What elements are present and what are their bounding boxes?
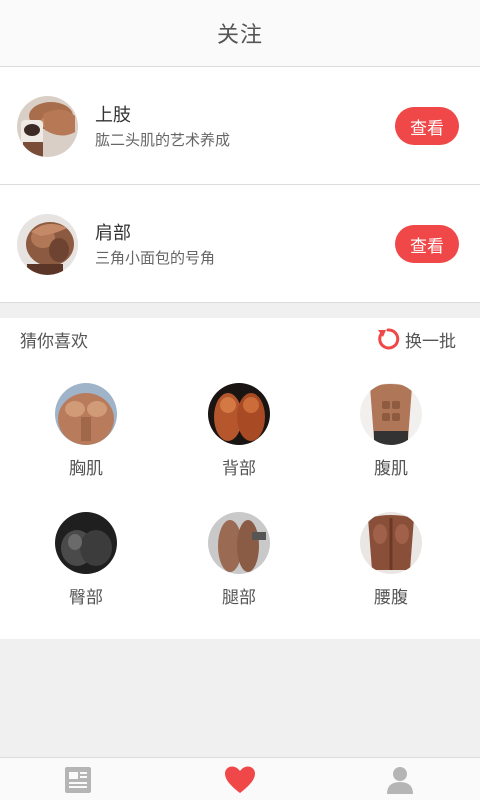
page-title: 关注 [216, 23, 263, 48]
category-label: 腰腹 [374, 588, 408, 608]
refresh-icon [378, 328, 400, 350]
waist-image [360, 512, 422, 574]
legs-image [208, 512, 270, 574]
view-button[interactable]: 查看 [395, 225, 459, 263]
category-back[interactable]: 背部 [189, 383, 289, 483]
follow-item-shoulders[interactable]: 肩部 三角小面包的号角 查看 [0, 185, 480, 303]
follow-subtitle: 三角小面包的号角 [95, 249, 216, 267]
follow-subtitle: 肱二头肌的艺术养成 [95, 131, 231, 149]
heart-icon [225, 766, 255, 793]
section-title: 猜你喜欢 [20, 332, 88, 352]
chest-image [55, 383, 117, 445]
back-image [208, 383, 270, 445]
guess-you-like-section: 猜你喜欢 换一批 胸肌 背部 腹肌 臀部 腿部 腰腹 [0, 318, 480, 639]
category-legs[interactable]: 腿部 [189, 512, 289, 612]
guess-header: 猜你喜欢 换一批 [0, 318, 480, 358]
nav-profile-tab[interactable] [380, 764, 420, 796]
abs-image [360, 383, 422, 445]
upper-limb-avatar [17, 96, 78, 157]
news-icon [65, 767, 91, 793]
follow-title: 肩部 [95, 223, 131, 244]
category-chest[interactable]: 胸肌 [36, 383, 136, 483]
category-label: 背部 [222, 459, 256, 479]
follow-title: 上肢 [95, 105, 131, 126]
category-label: 腿部 [222, 588, 256, 608]
nav-follow-tab[interactable] [220, 764, 260, 796]
category-glutes[interactable]: 臀部 [36, 512, 136, 612]
follow-text: 肩部 三角小面包的号角 [95, 222, 215, 269]
refresh-button[interactable]: 换一批 [375, 324, 456, 354]
follow-text: 上肢 肱二头肌的艺术养成 [95, 104, 230, 151]
category-waist[interactable]: 腰腹 [341, 512, 441, 612]
view-button[interactable]: 查看 [395, 107, 459, 145]
category-abs[interactable]: 腹肌 [341, 383, 441, 483]
category-label: 臀部 [69, 588, 103, 608]
follow-list: 上肢 肱二头肌的艺术养成 查看 肩部 三角小面包的号角 查看 [0, 67, 480, 303]
profile-icon [387, 767, 413, 794]
nav-news-tab[interactable] [58, 764, 98, 796]
follow-item-upper-limb[interactable]: 上肢 肱二头肌的艺术养成 查看 [0, 67, 480, 185]
glutes-image [55, 512, 117, 574]
top-bar: 关注 [0, 0, 480, 67]
app-screen: 关注 上肢 肱二头肌的艺术养成 查看 肩部 三角小面包的号角 查看 猜你喜欢 换… [0, 0, 480, 800]
shoulders-avatar [17, 214, 78, 275]
category-label: 胸肌 [69, 459, 103, 479]
bottom-nav [0, 757, 480, 800]
category-label: 腹肌 [374, 459, 408, 479]
refresh-label: 换一批 [405, 331, 456, 352]
